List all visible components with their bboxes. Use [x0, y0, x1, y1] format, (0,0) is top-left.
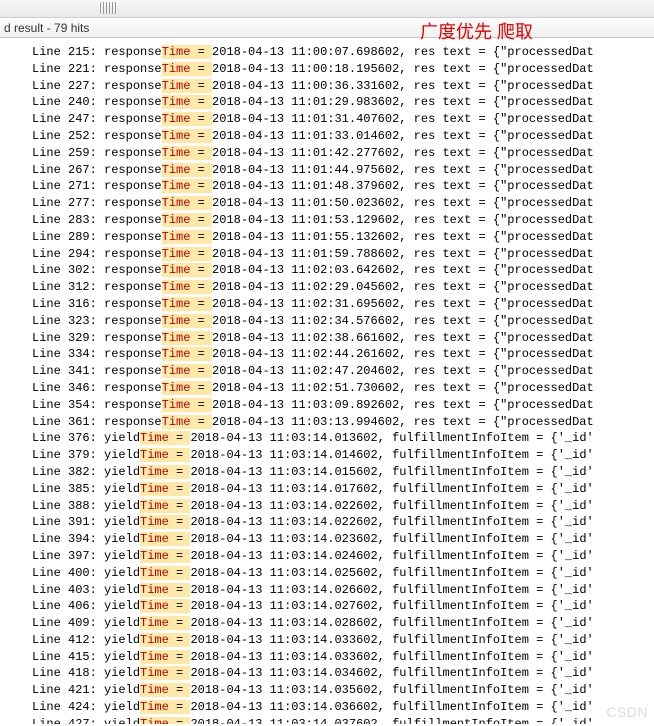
search-result-title: d result - 79 hits	[4, 21, 89, 35]
drag-handle-icon[interactable]	[100, 2, 118, 14]
result-line[interactable]: Line 385: yieldTime = 2018-04-13 11:03:1…	[0, 481, 654, 498]
result-line[interactable]: Line 294: responseTime = 2018-04-13 11:0…	[0, 246, 654, 263]
result-line[interactable]: Line 302: responseTime = 2018-04-13 11:0…	[0, 262, 654, 279]
result-line[interactable]: Line 329: responseTime = 2018-04-13 11:0…	[0, 330, 654, 347]
result-line[interactable]: Line 323: responseTime = 2018-04-13 11:0…	[0, 313, 654, 330]
result-line[interactable]: Line 354: responseTime = 2018-04-13 11:0…	[0, 397, 654, 414]
result-line[interactable]: Line 259: responseTime = 2018-04-13 11:0…	[0, 145, 654, 162]
search-result-header: d result - 79 hits	[0, 18, 654, 38]
result-line[interactable]: Line 397: yieldTime = 2018-04-13 11:03:1…	[0, 548, 654, 565]
result-line[interactable]: Line 247: responseTime = 2018-04-13 11:0…	[0, 111, 654, 128]
result-line[interactable]: Line 424: yieldTime = 2018-04-13 11:03:1…	[0, 699, 654, 716]
result-line[interactable]: Line 252: responseTime = 2018-04-13 11:0…	[0, 128, 654, 145]
result-line[interactable]: Line 382: yieldTime = 2018-04-13 11:03:1…	[0, 464, 654, 481]
result-line[interactable]: Line 415: yieldTime = 2018-04-13 11:03:1…	[0, 649, 654, 666]
result-line[interactable]: Line 334: responseTime = 2018-04-13 11:0…	[0, 346, 654, 363]
result-line[interactable]: Line 409: yieldTime = 2018-04-13 11:03:1…	[0, 615, 654, 632]
result-line[interactable]: Line 418: yieldTime = 2018-04-13 11:03:1…	[0, 665, 654, 682]
result-line[interactable]: Line 221: responseTime = 2018-04-13 11:0…	[0, 61, 654, 78]
result-line[interactable]: Line 289: responseTime = 2018-04-13 11:0…	[0, 229, 654, 246]
result-line[interactable]: Line 394: yieldTime = 2018-04-13 11:03:1…	[0, 531, 654, 548]
result-line[interactable]: Line 267: responseTime = 2018-04-13 11:0…	[0, 162, 654, 179]
result-line[interactable]: Line 391: yieldTime = 2018-04-13 11:03:1…	[0, 514, 654, 531]
result-line[interactable]: Line 312: responseTime = 2018-04-13 11:0…	[0, 279, 654, 296]
result-line[interactable]: Line 412: yieldTime = 2018-04-13 11:03:1…	[0, 632, 654, 649]
result-line[interactable]: Line 388: yieldTime = 2018-04-13 11:03:1…	[0, 498, 654, 515]
result-line[interactable]: Line 240: responseTime = 2018-04-13 11:0…	[0, 94, 654, 111]
result-line[interactable]: Line 341: responseTime = 2018-04-13 11:0…	[0, 363, 654, 380]
result-line[interactable]: Line 427: yieldTime = 2018-04-13 11:03:1…	[0, 716, 654, 724]
result-line[interactable]: Line 376: yieldTime = 2018-04-13 11:03:1…	[0, 430, 654, 447]
result-line[interactable]: Line 406: yieldTime = 2018-04-13 11:03:1…	[0, 598, 654, 615]
result-line[interactable]: Line 277: responseTime = 2018-04-13 11:0…	[0, 195, 654, 212]
result-line[interactable]: Line 215: responseTime = 2018-04-13 11:0…	[0, 44, 654, 61]
result-line[interactable]: Line 361: responseTime = 2018-04-13 11:0…	[0, 414, 654, 431]
window-titlebar	[0, 0, 654, 18]
result-line[interactable]: Line 283: responseTime = 2018-04-13 11:0…	[0, 212, 654, 229]
result-line[interactable]: Line 421: yieldTime = 2018-04-13 11:03:1…	[0, 682, 654, 699]
result-list: Line 215: responseTime = 2018-04-13 11:0…	[0, 38, 654, 724]
result-line[interactable]: Line 316: responseTime = 2018-04-13 11:0…	[0, 296, 654, 313]
result-line[interactable]: Line 227: responseTime = 2018-04-13 11:0…	[0, 78, 654, 95]
result-line[interactable]: Line 346: responseTime = 2018-04-13 11:0…	[0, 380, 654, 397]
result-line[interactable]: Line 271: responseTime = 2018-04-13 11:0…	[0, 178, 654, 195]
result-line[interactable]: Line 403: yieldTime = 2018-04-13 11:03:1…	[0, 582, 654, 599]
result-line[interactable]: Line 400: yieldTime = 2018-04-13 11:03:1…	[0, 565, 654, 582]
result-line[interactable]: Line 379: yieldTime = 2018-04-13 11:03:1…	[0, 447, 654, 464]
